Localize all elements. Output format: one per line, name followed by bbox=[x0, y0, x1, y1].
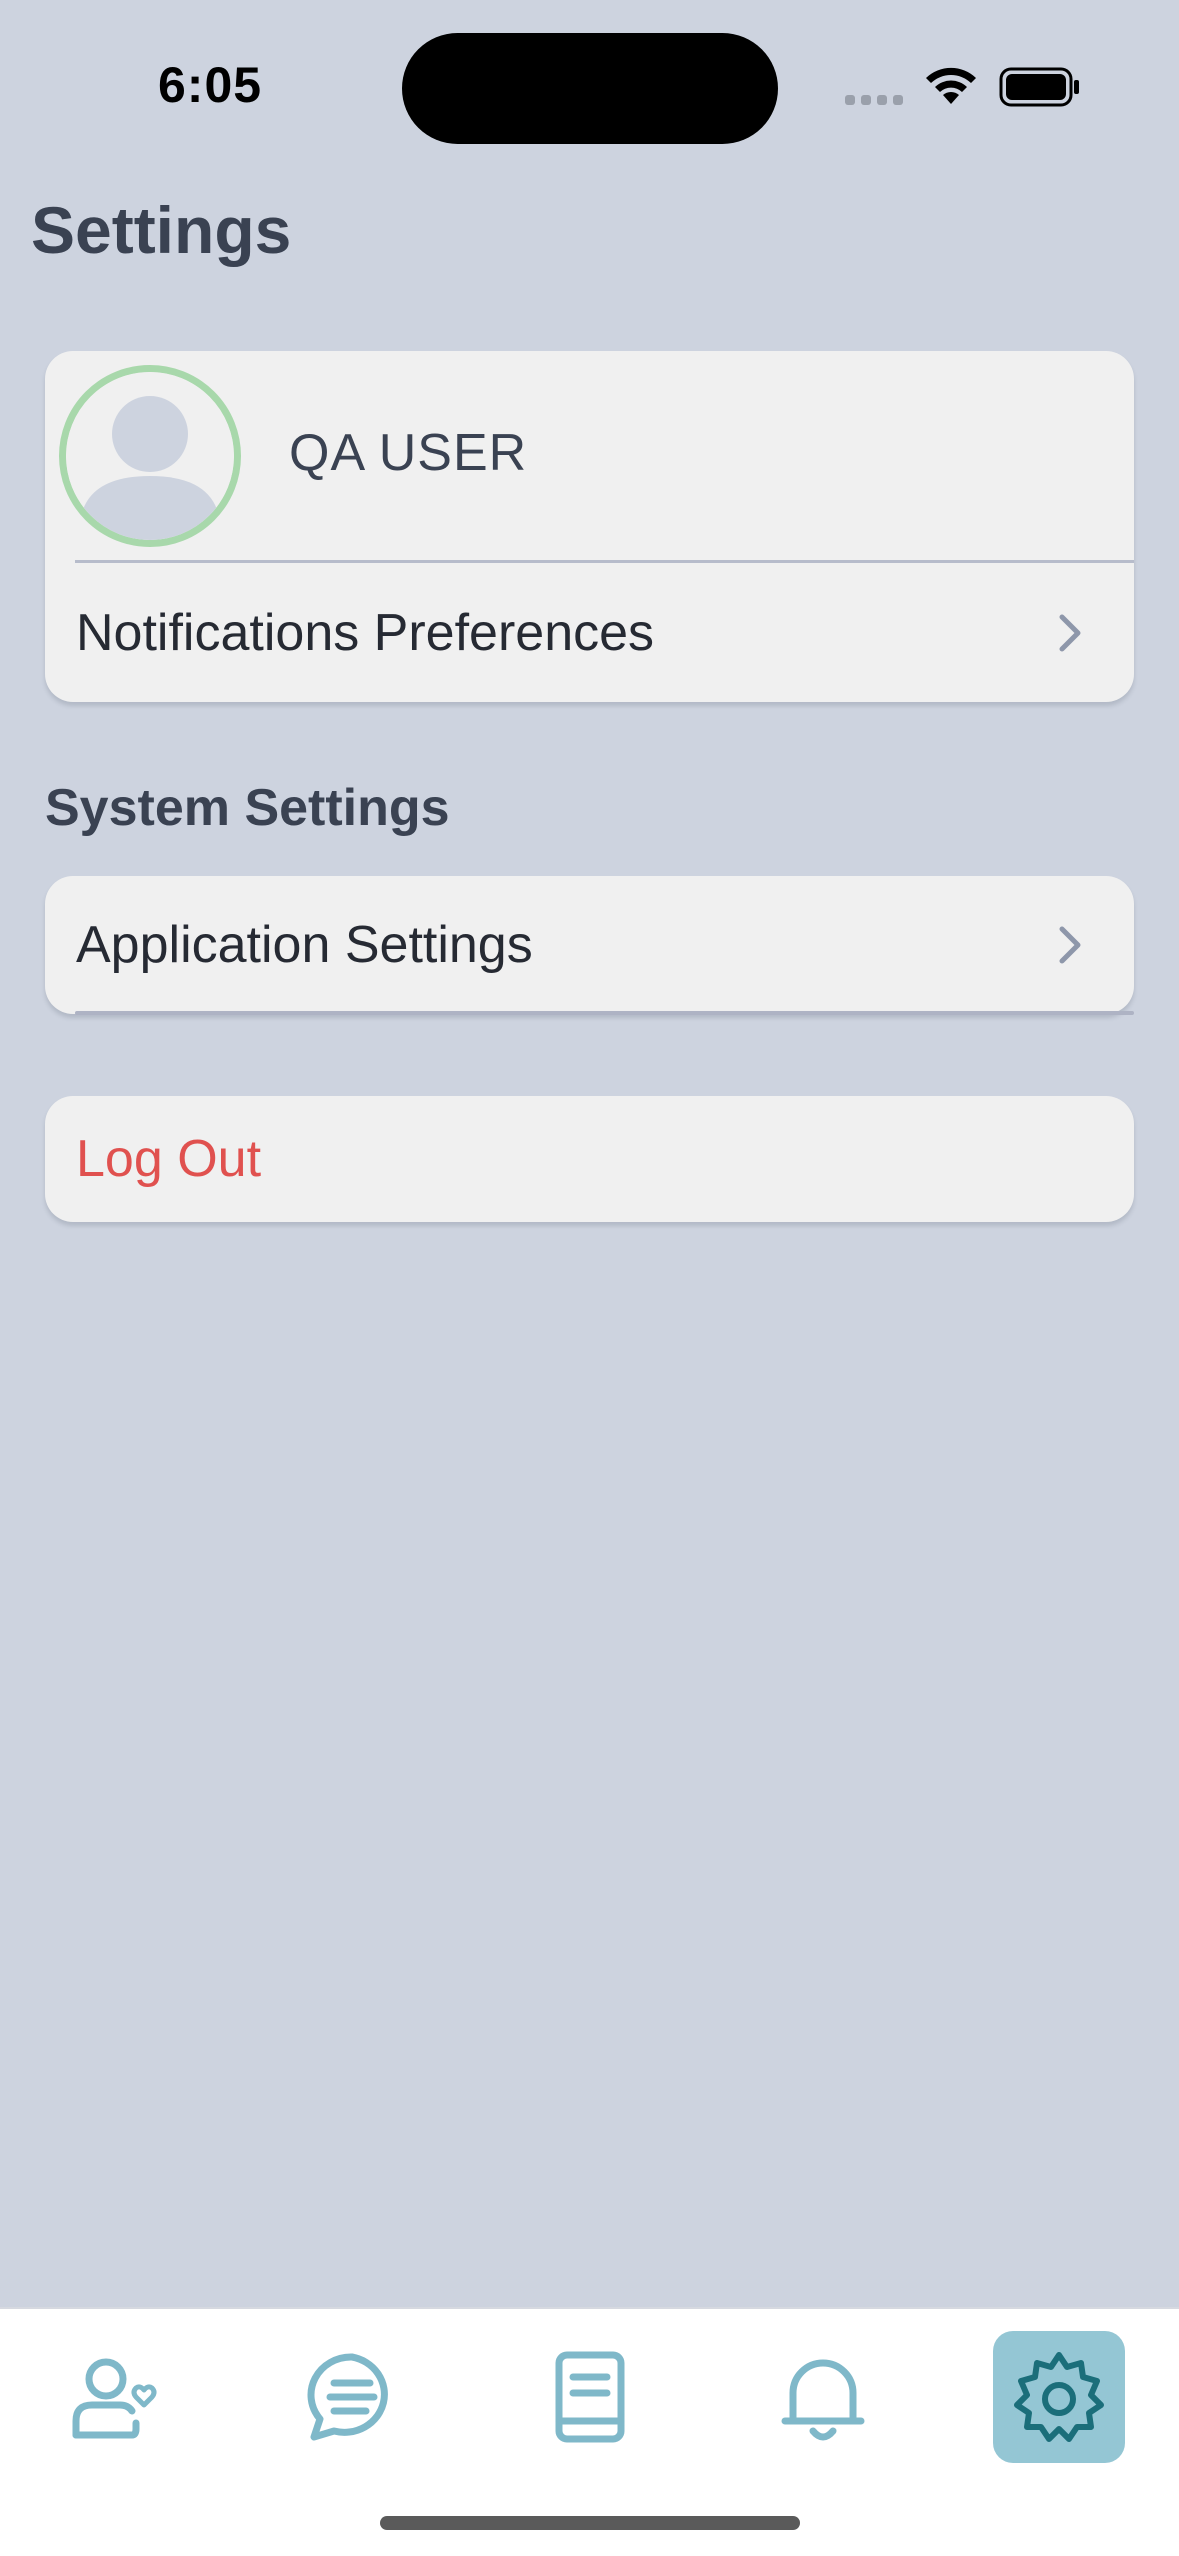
user-name: QA USER bbox=[289, 424, 528, 482]
home-indicator bbox=[380, 2516, 800, 2530]
bell-icon bbox=[781, 2359, 865, 2441]
wifi-icon bbox=[926, 67, 976, 104]
tab-messages[interactable] bbox=[286, 2331, 418, 2463]
tab-library[interactable] bbox=[523, 2331, 655, 2463]
application-settings-item[interactable]: Application Settings bbox=[45, 876, 1134, 1014]
status-bar: 6:05 bbox=[0, 0, 1179, 150]
user-heart-icon bbox=[72, 2358, 157, 2439]
logout-button[interactable]: Log Out bbox=[45, 1096, 1134, 1222]
battery-icon bbox=[999, 67, 1079, 107]
page-title: Settings bbox=[31, 193, 292, 267]
tab-profile[interactable] bbox=[48, 2331, 180, 2463]
application-settings-label: Application Settings bbox=[76, 916, 533, 974]
chevron-right-icon bbox=[1059, 926, 1081, 964]
divider bbox=[75, 1011, 1134, 1015]
chat-bubble-icon bbox=[307, 2353, 388, 2441]
section-title-system-settings: System Settings bbox=[45, 779, 450, 837]
application-settings-card: Application Settings bbox=[45, 876, 1134, 1014]
cellular-signal-icon bbox=[845, 95, 903, 105]
tab-settings[interactable] bbox=[993, 2331, 1125, 2463]
dynamic-island bbox=[402, 33, 778, 144]
user-avatar-icon[interactable] bbox=[59, 365, 241, 547]
book-icon bbox=[555, 2351, 625, 2443]
logout-card: Log Out bbox=[45, 1096, 1134, 1222]
chevron-right-icon bbox=[1059, 614, 1081, 652]
notifications-preferences-label: Notifications Preferences bbox=[76, 604, 655, 662]
status-time: 6:05 bbox=[158, 57, 263, 113]
notifications-preferences-item[interactable]: Notifications Preferences bbox=[45, 563, 1134, 702]
gear-icon bbox=[1014, 2352, 1104, 2442]
profile-card: QA USER Notifications Preferences bbox=[45, 351, 1134, 702]
tab-notifications[interactable] bbox=[757, 2331, 889, 2463]
